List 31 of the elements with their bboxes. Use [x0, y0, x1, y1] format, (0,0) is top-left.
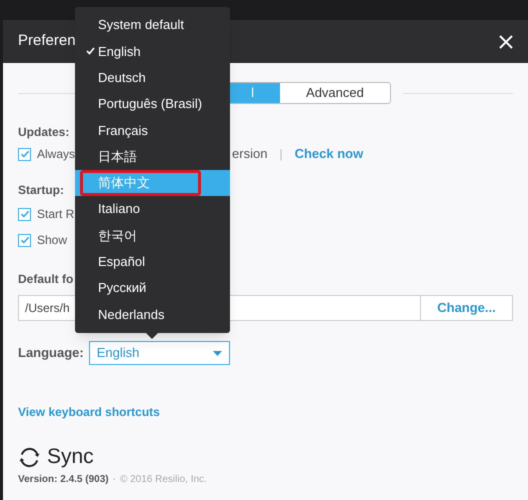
close-icon[interactable]	[499, 34, 513, 48]
version-text: Version: 2.4.5 (903)	[18, 473, 109, 487]
language-label: Language:	[18, 345, 84, 361]
window-title: Preferen	[18, 31, 76, 52]
checkbox-label: Always	[37, 146, 76, 162]
copyright-text: © 2016 Resilio, Inc.	[120, 473, 207, 487]
checkbox[interactable]	[18, 148, 31, 160]
separator: |	[279, 146, 283, 162]
menu-item[interactable]: Français	[75, 117, 230, 144]
sync-logo-icon	[18, 446, 41, 468]
section-heading: Default fo	[18, 271, 74, 287]
checkbox[interactable]	[18, 208, 31, 220]
tab[interactable]: Advanced	[280, 83, 390, 103]
menu-item[interactable]: Italiano	[75, 196, 230, 222]
menu-item[interactable]: 日本語	[75, 143, 230, 170]
checkbox-label: Start R	[37, 206, 74, 222]
menu-item[interactable]: English	[75, 38, 230, 65]
checkbox[interactable]	[18, 234, 31, 246]
menu-item[interactable]: Русский	[75, 274, 230, 302]
separator: ·	[112, 473, 116, 487]
logo-text: Sync	[47, 445, 94, 469]
checkmark-icon	[86, 47, 95, 56]
checkbox-label: Show	[37, 232, 68, 248]
checkbox-label: ersion	[232, 146, 268, 162]
section-heading: Startup:	[18, 182, 64, 198]
menu-item[interactable]: Nederlands	[75, 301, 230, 328]
menu-item[interactable]: Español	[75, 248, 230, 275]
menu-item[interactable]: 한국어	[75, 222, 230, 249]
menu-item[interactable]: System default	[75, 12, 230, 38]
caret-icon	[212, 350, 222, 356]
section-heading: Updates:	[18, 124, 70, 140]
